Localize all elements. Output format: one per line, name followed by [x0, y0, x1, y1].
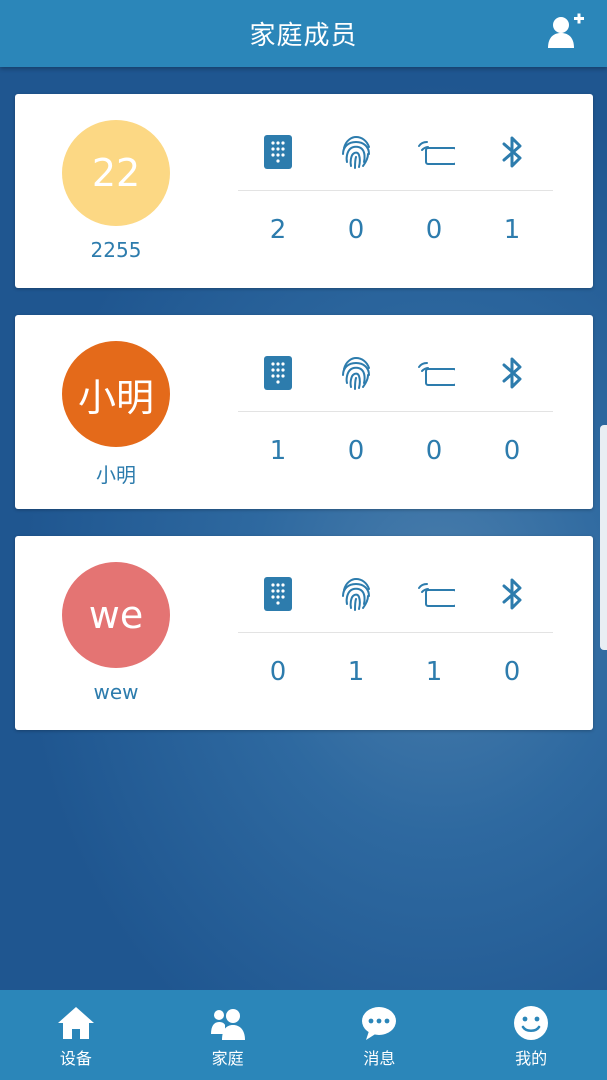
home-icon	[57, 1007, 94, 1039]
card-divider	[238, 190, 553, 191]
member-card[interactable]: we wew 0 1 1 0	[15, 536, 593, 730]
keypad-count: 0	[269, 657, 287, 687]
member-name: 小明	[96, 463, 136, 487]
header-bar: 家庭成员	[0, 0, 607, 67]
fingerprint-icon	[342, 356, 370, 390]
avatar-text: 22	[91, 151, 141, 195]
card-icon	[418, 583, 455, 607]
member-name: 2255	[90, 238, 142, 262]
tab-label: 消息	[363, 1049, 396, 1068]
tab-messages[interactable]: 消息	[304, 990, 456, 1080]
keypad-icon	[264, 577, 292, 611]
keypad-icon	[264, 135, 292, 169]
tab-devices[interactable]: 设备	[0, 990, 152, 1080]
card-count: 1	[425, 657, 443, 687]
tab-label: 设备	[59, 1049, 92, 1068]
keypad-count: 1	[269, 436, 287, 466]
fingerprint-count: 0	[347, 436, 365, 466]
bluetooth-icon	[502, 578, 522, 610]
member-card[interactable]: 小明 小明 1 0 0 0	[15, 315, 593, 509]
fingerprint-count: 1	[347, 657, 365, 687]
member-name: wew	[93, 680, 139, 704]
bluetooth-count: 0	[503, 436, 521, 466]
add-user-icon[interactable]	[547, 12, 585, 50]
keypad-count: 2	[269, 215, 287, 245]
fingerprint-icon	[342, 577, 370, 611]
fingerprint-count: 0	[347, 215, 365, 245]
avatar-text: 小明	[77, 375, 154, 420]
card-divider	[238, 632, 553, 633]
family-icon	[210, 1009, 245, 1040]
member-avatar: we	[62, 562, 170, 668]
keypad-icon	[264, 356, 292, 390]
bluetooth-icon	[502, 357, 522, 389]
card-icon	[418, 141, 455, 165]
tab-family[interactable]: 家庭	[152, 990, 304, 1080]
fingerprint-icon	[342, 135, 370, 169]
card-count: 0	[425, 436, 443, 466]
member-avatar: 22	[62, 120, 170, 226]
card-divider	[238, 411, 553, 412]
tab-me[interactable]: 我的	[455, 990, 607, 1080]
page-title: 家庭成员	[249, 21, 358, 51]
bluetooth-count: 1	[503, 215, 521, 245]
avatar-text: we	[88, 593, 144, 637]
member-card[interactable]: 22 2255 2 0 0 1	[15, 94, 593, 288]
chat-icon	[362, 1007, 397, 1040]
member-avatar: 小明	[62, 341, 170, 447]
card-count: 0	[425, 215, 443, 245]
scroll-indicator[interactable]	[600, 425, 607, 650]
bluetooth-icon	[502, 136, 522, 168]
card-icon	[418, 362, 455, 386]
tab-label: 我的	[515, 1049, 548, 1068]
tab-label: 家庭	[211, 1049, 244, 1068]
smiley-icon	[514, 1006, 549, 1040]
bluetooth-count: 0	[503, 657, 521, 687]
bottom-tab-bar: 设备 家庭 消息 我的	[0, 990, 607, 1080]
